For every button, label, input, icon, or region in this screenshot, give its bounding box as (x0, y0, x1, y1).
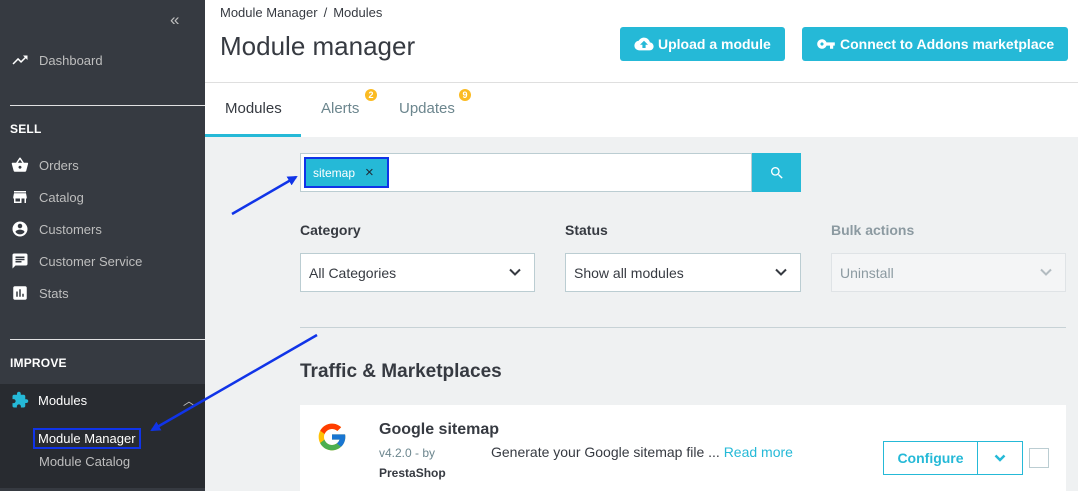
sidebar: « Dashboard SELL Orders Catalog Customer… (0, 0, 205, 491)
module-select-checkbox[interactable] (1029, 448, 1049, 468)
trending-up-icon (10, 50, 30, 70)
status-select[interactable]: Show all modules (565, 253, 801, 292)
module-card: Google sitemap v4.2.0 - by PrestaShop Ge… (300, 405, 1066, 491)
sidebar-divider (10, 339, 205, 340)
search-icon (770, 166, 783, 179)
sidebar-item-stats[interactable]: Stats (0, 279, 205, 307)
header-divider (205, 82, 1078, 83)
sidebar-item-label: Customers (39, 221, 102, 237)
breadcrumb-item[interactable]: Module Manager (220, 5, 318, 20)
page-title: Module manager (220, 31, 416, 61)
bulk-actions-select: Uninstall (831, 253, 1066, 292)
content-divider (300, 327, 1066, 328)
arrow-to-search-tag (231, 175, 298, 216)
module-actions-dropdown[interactable] (977, 441, 1023, 475)
sidebar-item-catalog[interactable]: Catalog (0, 183, 205, 211)
key-icon (817, 39, 835, 49)
sidebar-item-label: Modules (38, 392, 88, 408)
sidebar-item-dashboard[interactable]: Dashboard (0, 46, 205, 74)
store-icon (10, 187, 30, 207)
chevron-down-icon (508, 265, 522, 279)
sidebar-item-modules[interactable]: Modules ︿ (0, 384, 205, 416)
active-tab-indicator (205, 134, 301, 137)
upload-module-button[interactable]: Upload a module (620, 27, 785, 61)
status-select-value: Show all modules (574, 264, 684, 281)
bulk-actions-label: Bulk actions (831, 222, 915, 238)
collapse-sidebar-icon[interactable]: « (170, 10, 179, 30)
category-section-title: Traffic & Marketplaces (300, 361, 502, 382)
module-version: v4.2.0 - by (379, 446, 436, 460)
modules-submenu: Module Manager Module Catalog (0, 416, 205, 488)
bulk-actions-value: Uninstall (840, 264, 894, 281)
chevron-up-icon: ︿ (182, 394, 195, 408)
category-select[interactable]: All Categories (300, 253, 535, 292)
module-search-input[interactable]: sitemap × (300, 153, 752, 192)
google-logo-icon (318, 423, 346, 451)
chevron-down-icon (774, 265, 788, 279)
read-more-link[interactable]: Read more (724, 444, 793, 460)
sidebar-item-label: Stats (39, 285, 69, 301)
basket-icon (10, 155, 30, 175)
sidebar-item-customer-service[interactable]: Customer Service (0, 247, 205, 275)
breadcrumb: Module Manager / Modules (220, 5, 382, 20)
sidebar-item-customers[interactable]: Customers (0, 215, 205, 243)
search-button[interactable] (752, 153, 801, 192)
alerts-badge: 2 (365, 89, 377, 101)
sidebar-item-label: Orders (39, 157, 79, 173)
status-label: Status (565, 222, 608, 238)
tab-alerts[interactable]: Alerts (321, 100, 359, 117)
chevron-down-icon (1039, 265, 1053, 279)
page-header: Module Manager / Modules Module manager Up… (205, 0, 1078, 137)
connect-addons-button[interactable]: Connect to Addons marketplace (802, 27, 1069, 61)
updates-badge: 9 (459, 89, 471, 101)
sidebar-subitem-module-catalog[interactable]: Module Catalog (39, 454, 130, 469)
tab-modules[interactable]: Modules (225, 100, 282, 117)
puzzle-icon (10, 390, 30, 410)
upload-module-label: Upload a module (658, 36, 771, 52)
module-description: Generate your Google sitemap file ... Re… (491, 444, 793, 460)
chat-icon (10, 251, 30, 271)
configure-button[interactable]: Configure (883, 441, 978, 475)
chevron-down-icon (994, 454, 1006, 462)
sidebar-item-label: Dashboard (39, 52, 103, 68)
breadcrumb-separator: / (323, 5, 328, 20)
sidebar-item-label: Catalog (39, 189, 84, 205)
stats-icon (10, 283, 30, 303)
connect-addons-label: Connect to Addons marketplace (840, 36, 1055, 52)
search-tag-label: sitemap (313, 165, 356, 180)
category-label: Category (300, 222, 361, 238)
close-icon[interactable]: × (365, 164, 374, 181)
sidebar-subitem-module-manager[interactable]: Module Manager (33, 428, 141, 449)
sidebar-divider (10, 105, 205, 106)
sidebar-item-label: Customer Service (39, 253, 143, 269)
module-author: PrestaShop (379, 466, 446, 480)
search-tag: sitemap × (304, 157, 389, 188)
cloud-upload-icon (634, 37, 654, 51)
account-icon (10, 219, 30, 239)
module-name: Google sitemap (379, 421, 500, 438)
section-sell: SELL (10, 122, 42, 136)
category-select-value: All Categories (309, 264, 397, 281)
tab-updates[interactable]: Updates (399, 100, 455, 117)
section-improve: IMPROVE (10, 356, 67, 370)
breadcrumb-item[interactable]: Modules (333, 5, 382, 20)
module-description-text: Generate your Google sitemap file ... (491, 444, 720, 460)
sidebar-item-orders[interactable]: Orders (0, 151, 205, 179)
